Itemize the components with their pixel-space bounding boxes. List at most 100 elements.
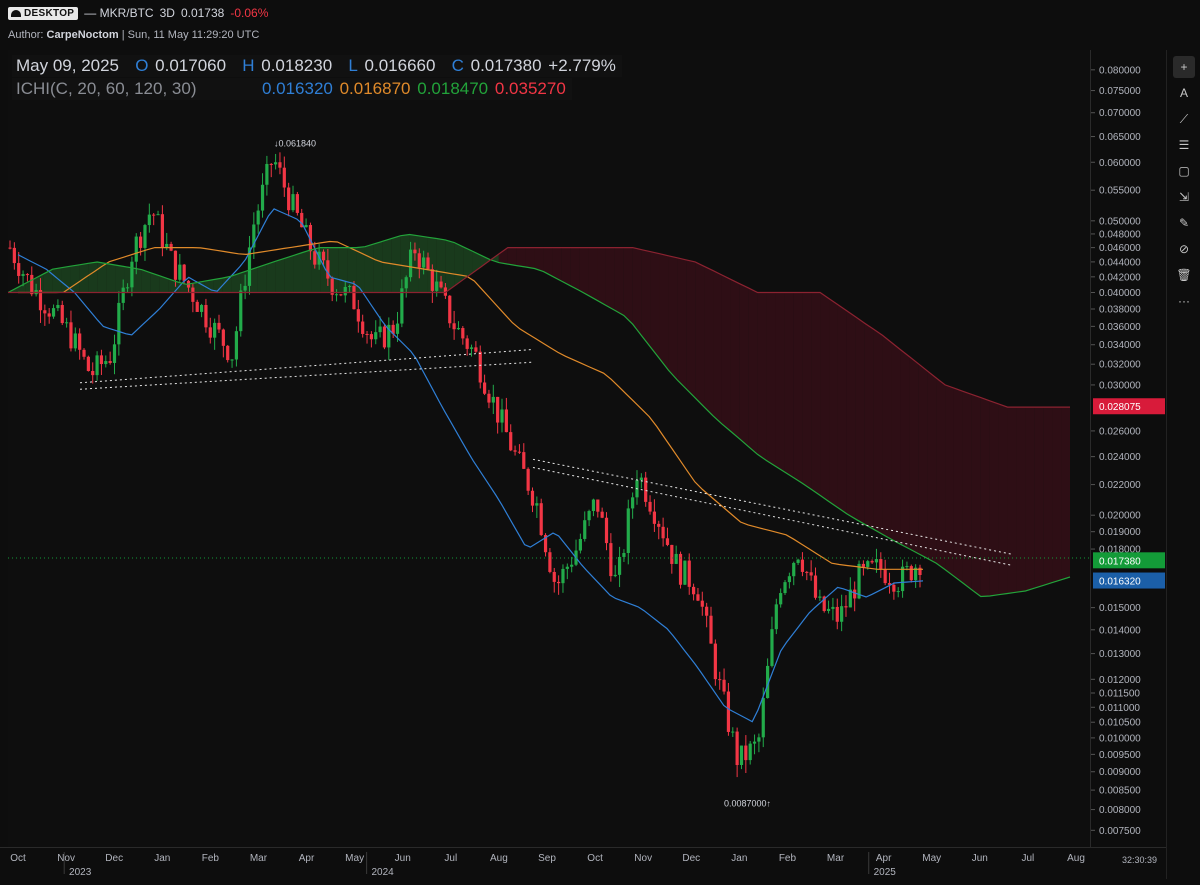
time-tick-label: Apr (876, 853, 892, 864)
chart-legend: May 09, 2025 O 0.017060 H 0.018230 L 0.0… (12, 55, 622, 100)
time-tick-label: Nov (634, 853, 652, 864)
candle-body (456, 328, 461, 330)
ichimoku-cloud-segment (945, 384, 954, 577)
add-icon[interactable]: + (1173, 56, 1195, 78)
candle-body (548, 552, 552, 572)
candle-body (8, 247, 12, 249)
candle-body (509, 432, 513, 451)
ichimoku-cloud-segment (909, 356, 919, 554)
price-tick-label: 0.030000 (1099, 380, 1141, 391)
candle-body (156, 214, 160, 216)
candle-body (652, 511, 657, 524)
year-label: 2023 (69, 867, 92, 878)
candle-body (260, 184, 265, 211)
logo-label: DESKTOP (24, 7, 75, 19)
time-tick-label: Dec (105, 853, 123, 864)
candle-body (369, 334, 373, 340)
candle-body (487, 393, 491, 403)
trendline-tool-icon[interactable]: ⟋ (1173, 108, 1195, 130)
symbol-name[interactable]: — MKR/BTC (84, 6, 153, 20)
price-tick-label: 0.032000 (1099, 360, 1141, 371)
time-axis[interactable]: Oct Nov Dec Jan Feb Mar Apr May Jun Jul Aug Sep Oct N… (0, 847, 1166, 880)
ichimoku-cloud-segment (597, 247, 606, 306)
candle-body (774, 604, 778, 630)
candle-body (304, 224, 308, 228)
price-tick-label: 0.046000 (1099, 243, 1141, 254)
hide-drawings-icon[interactable]: ⊘ (1173, 238, 1195, 260)
author-row: Author: CarpeNoctom | Sun, 11 May 11:29:… (8, 29, 259, 41)
app-logo[interactable]: DESKTOP (8, 6, 79, 20)
candle-body (239, 290, 243, 332)
chart-plot[interactable]: ↓0.061840 0.0087000↑ (7, 50, 1090, 847)
price-axis-labels: 0.080000 0.075000 0.070000 0.065000 0.060000… (1091, 65, 1165, 837)
candle-body (522, 452, 526, 469)
ichimoku-cloud-segment (730, 279, 740, 440)
price-axis[interactable]: 0.080000 0.075000 0.070000 0.065000 0.060000… (1090, 50, 1167, 847)
candle-body (43, 310, 47, 314)
candle-body (748, 743, 752, 761)
ichimoku-cloud-segment (257, 264, 267, 293)
candle-body (95, 355, 99, 376)
candle-body (578, 538, 582, 551)
price-tick-label: 0.075000 (1099, 86, 1141, 97)
price-tick-label: 0.014000 (1099, 625, 1141, 636)
indicator-name[interactable]: ICHI(C, 20, 60, 120, 30) (16, 79, 196, 98)
interval-label[interactable]: 3D (160, 6, 175, 20)
ichimoku-cloud-segment (936, 377, 946, 570)
candle-body (339, 294, 343, 296)
candle-body (413, 249, 417, 254)
fib-tool-icon[interactable]: ☰ (1173, 134, 1195, 156)
candle-body (361, 321, 365, 334)
candle-body (570, 564, 574, 567)
brush-tool-icon[interactable]: ✎ (1173, 212, 1195, 234)
candle-body (674, 553, 678, 564)
ichimoku-cloud-segment (445, 239, 455, 293)
candle-body (805, 571, 809, 573)
price-chart[interactable]: ↓0.061840 0.0087000↑ May 09, 2025 O 0.017… (7, 50, 1090, 847)
author-name[interactable]: CarpeNoctom (47, 29, 119, 41)
year-label: 2025 (874, 867, 897, 878)
candle-body (831, 606, 835, 609)
ichimoku-cloud-segment (16, 283, 26, 293)
ichimoku-cloud-segment (525, 247, 535, 269)
candle-body (491, 396, 495, 403)
measure-tool-icon[interactable]: ⇲ (1173, 186, 1195, 208)
candle-body (204, 304, 208, 328)
text-tool-icon[interactable]: A (1173, 82, 1195, 104)
ichimoku-cloud-segment (516, 247, 526, 268)
ichimoku-cloud-segment (1052, 407, 1062, 583)
candle-body (905, 566, 909, 568)
candle-body (182, 264, 186, 281)
ichimoku-cloud-segment (641, 249, 651, 348)
candle-body (130, 261, 134, 288)
ichimoku-cloud-segment (784, 292, 794, 478)
symbol-row: DESKTOP — MKR/BTC 3D 0.01738 -0.06% (8, 6, 268, 20)
time-tick-label: Mar (250, 853, 268, 864)
candle-body (125, 287, 130, 289)
candle-body (108, 361, 112, 363)
candle-body (152, 214, 156, 216)
legend-high-key: H (242, 56, 255, 75)
more-icon[interactable]: ··· (1173, 290, 1195, 312)
candle-body (112, 344, 117, 363)
ichimoku-cloud-segment (811, 292, 821, 496)
candle-body (178, 264, 182, 280)
publish-timestamp: | Sun, 11 May 11:29:20 UTC (121, 29, 260, 41)
candle-body (417, 253, 421, 268)
delete-icon[interactable]: 🗑 (1173, 264, 1195, 286)
candle-body (687, 560, 691, 587)
shape-tool-icon[interactable]: ▢ (1173, 160, 1195, 182)
time-tick-label: Aug (490, 853, 508, 864)
time-tick-label: Feb (779, 853, 797, 864)
price-tick-label: 0.022000 (1099, 480, 1141, 491)
candle-body (51, 308, 56, 317)
candle-body (452, 323, 456, 330)
candle-body (21, 274, 25, 276)
candle-body (465, 338, 469, 349)
candle-body (269, 163, 273, 165)
candle-body (844, 606, 848, 608)
candle-body (600, 511, 604, 518)
ichimoku-cloud-segment (570, 247, 580, 291)
candle-body (796, 559, 800, 563)
price-tick-label: 0.034000 (1099, 340, 1141, 351)
